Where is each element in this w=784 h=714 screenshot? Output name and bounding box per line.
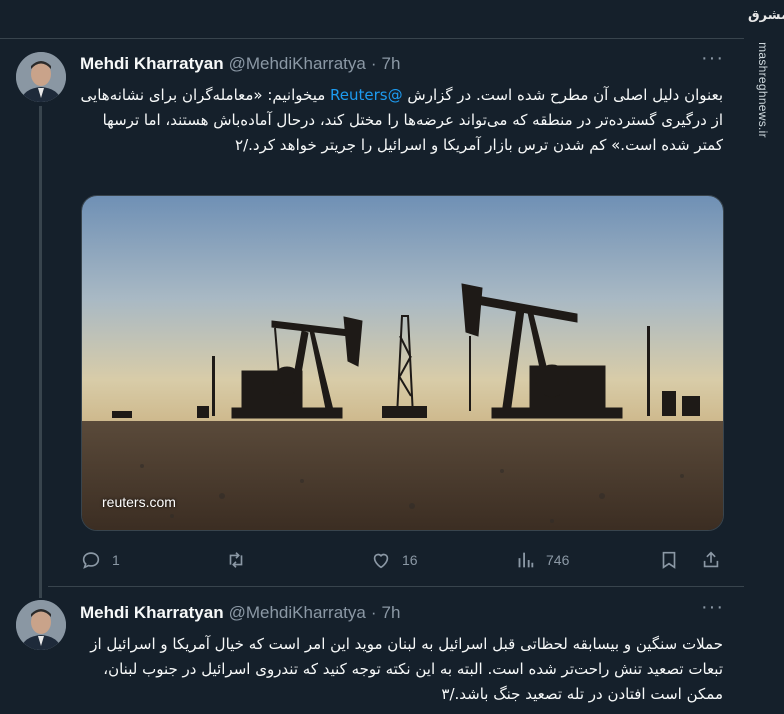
avatar[interactable]	[16, 600, 66, 650]
avatar[interactable]	[16, 52, 66, 102]
author-name[interactable]: Mehdi Kharratyan	[80, 603, 224, 623]
top-divider	[0, 38, 744, 39]
brand-logo: مشرق	[748, 8, 784, 23]
mention-link[interactable]: @Reuters	[330, 86, 403, 104]
bookmark-button[interactable]	[658, 546, 680, 574]
card-domain[interactable]: reuters.com	[102, 494, 176, 510]
retweet-icon	[229, 552, 243, 568]
tweet-text: بعنوان دلیل اصلی آن مطرح شده است. در گزا…	[80, 83, 723, 158]
more-options-icon[interactable]: ···	[701, 47, 724, 70]
like-count: 16	[402, 552, 418, 568]
watermark-strip: مشرق mashreghnews.ir	[744, 0, 784, 714]
views-icon	[518, 552, 534, 568]
author-handle[interactable]: @MehdiKharratya	[229, 54, 366, 74]
reply-count: 1	[112, 552, 120, 568]
tweet-divider	[48, 586, 744, 587]
view-count: 746	[546, 552, 570, 568]
tweet-header: Mehdi Kharratyan @MehdiKharratya · 7h	[80, 603, 400, 623]
tweet-text: حملات سنگین و بیسابقه لحظاتی قبل اسرائیل…	[90, 635, 723, 703]
timestamp[interactable]: 7h	[382, 54, 401, 74]
brand-site-text: mashreghnews.ir	[756, 42, 770, 138]
timeline: Mehdi Kharratyan @MehdiKharratya · 7h ··…	[0, 0, 744, 714]
tweet-header: Mehdi Kharratyan @MehdiKharratya · 7h	[80, 54, 400, 74]
author-name[interactable]: Mehdi Kharratyan	[80, 54, 224, 74]
tweet-text-part: بعنوان دلیل اصلی آن مطرح شده است. در گزا…	[402, 86, 723, 104]
retweet-button[interactable]	[225, 546, 257, 574]
like-button[interactable]: 16	[370, 546, 418, 574]
more-options-icon[interactable]: ···	[701, 596, 724, 619]
share-button[interactable]	[700, 546, 722, 574]
reply-icon	[82, 552, 100, 569]
brand-site: mashreghnews.ir	[748, 42, 778, 138]
timestamp[interactable]: 7h	[382, 603, 401, 623]
link-card-image[interactable]: reuters.com	[81, 195, 724, 531]
author-handle[interactable]: @MehdiKharratya	[229, 603, 366, 623]
views-button[interactable]: 746	[514, 546, 569, 574]
tweet-actions: 1 16 746	[80, 546, 725, 574]
thread-connector-top	[39, 586, 42, 598]
separator: ·	[370, 603, 377, 622]
separator: ·	[370, 54, 377, 73]
thread-connector	[39, 106, 42, 586]
heart-icon	[373, 553, 389, 569]
bookmark-icon	[662, 551, 676, 569]
reply-button[interactable]: 1	[80, 546, 120, 574]
share-icon	[703, 551, 719, 568]
